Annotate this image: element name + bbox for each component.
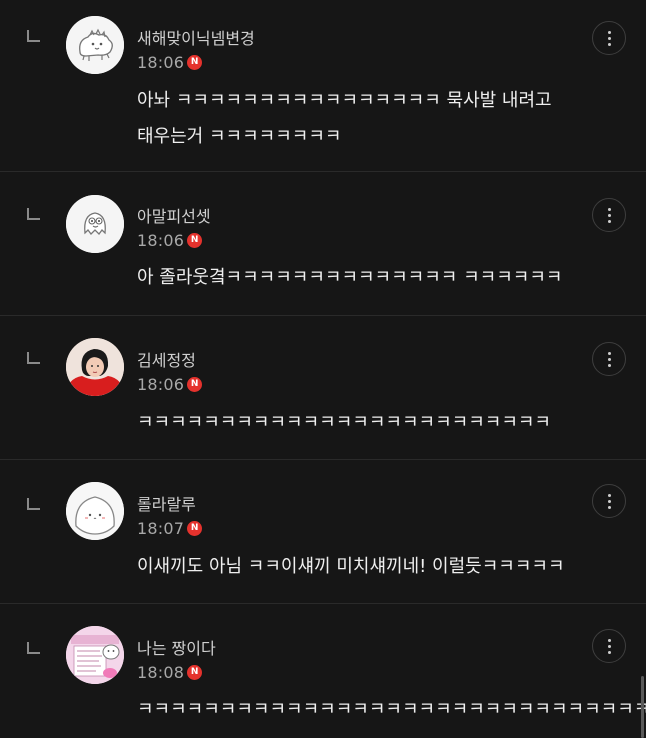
round-character-icon (66, 482, 124, 540)
comment-meta: 18:06 N (137, 374, 203, 394)
comment-time: 18:06 (137, 230, 185, 250)
comment-meta: 18:06 N (137, 52, 203, 72)
comment-time: 18:06 (137, 374, 185, 394)
reply-arrow-icon (27, 30, 40, 42)
comment-time: 18:07 (137, 518, 185, 538)
more-dot-icon (607, 505, 611, 509)
more-dot-icon (607, 219, 611, 223)
comment-line: 태우는거 ㅋㅋㅋㅋㅋㅋㅋㅋ (137, 126, 342, 147)
person-photo-icon (66, 338, 124, 396)
comment-author[interactable]: 새해맞이닉넴변경 (137, 25, 255, 49)
new-badge-icon: N (187, 664, 203, 680)
comment-item: 김세정정 18:06 N ㅋㅋㅋㅋㅋㅋㅋㅋㅋㅋㅋㅋㅋㅋㅋㅋㅋㅋㅋㅋㅋㅋㅋㅋㅋ (0, 316, 646, 460)
comment-time: 18:08 (137, 662, 185, 682)
more-dot-icon (607, 36, 611, 40)
more-dot-icon (607, 213, 611, 217)
comment-author[interactable]: 나는 짱이다 (137, 635, 216, 659)
scrollbar-thumb[interactable] (641, 676, 644, 738)
comment-item: 롤라랄루 18:07 N 이새끼도 아님 ㅋㅋ이섀끼 미치섀끼네! 이럴듯ㅋㅋㅋ… (0, 460, 646, 604)
more-options-button[interactable] (592, 21, 626, 55)
new-badge-icon: N (187, 54, 203, 70)
comment-item: 아말피선셋 18:06 N 아 졸라웃곀ㅋㅋㅋㅋㅋㅋㅋㅋㅋㅋㅋㅋㅋㅋ ㅋㅋㅋㅋㅋ… (0, 172, 646, 316)
comment-author[interactable]: 아말피선셋 (137, 203, 211, 227)
more-options-button[interactable] (592, 342, 626, 376)
more-dot-icon (607, 499, 611, 503)
more-dot-icon (607, 42, 611, 46)
avatar[interactable] (66, 626, 124, 684)
reply-arrow-icon (27, 642, 40, 654)
comment-line: ㅋㅋㅋㅋㅋㅋㅋㅋㅋㅋㅋㅋㅋㅋㅋㅋㅋㅋㅋㅋㅋㅋㅋㅋㅋ (137, 412, 551, 433)
comment-line: ㅋㅋㅋㅋㅋㅋㅋㅋㅋㅋㅋㅋㅋㅋㅋㅋㅋㅋㅋㅋㅋㅋㅋㅋㅋㅋㅋㅋㅋㅋㅋ (137, 699, 646, 720)
new-badge-icon: N (187, 232, 203, 248)
comment-meta: 18:07 N (137, 518, 203, 538)
more-dot-icon (607, 357, 611, 361)
dinosaur-doodle-icon (66, 16, 124, 74)
comment-line: 아놔 ㅋㅋㅋㅋㅋㅋㅋㅋㅋㅋㅋㅋㅋㅋㅋㅋ 묵사발 내려고 (137, 90, 552, 111)
more-options-button[interactable] (592, 484, 626, 518)
comment-line: 아 졸라웃곀ㅋㅋㅋㅋㅋㅋㅋㅋㅋㅋㅋㅋㅋㅋ ㅋㅋㅋㅋㅋㅋ (137, 267, 563, 288)
reply-arrow-icon (27, 352, 40, 364)
comment-item: 나는 짱이다 18:08 N ㅋㅋㅋㅋㅋㅋㅋㅋㅋㅋㅋㅋㅋㅋㅋㅋㅋㅋㅋㅋㅋㅋㅋㅋㅋ… (0, 604, 646, 738)
more-dot-icon (607, 493, 611, 497)
reply-arrow-icon (27, 208, 40, 220)
comment-time: 18:06 (137, 52, 185, 72)
more-dot-icon (607, 363, 611, 367)
more-dot-icon (607, 30, 611, 34)
ghost-doodle-icon (66, 195, 124, 253)
more-dot-icon (607, 351, 611, 355)
comment-body: 아놔 ㅋㅋㅋㅋㅋㅋㅋㅋㅋㅋㅋㅋㅋㅋㅋㅋ 묵사발 내려고 태우는거 ㅋㅋㅋㅋㅋㅋㅋ… (137, 83, 552, 155)
more-dot-icon (607, 644, 611, 648)
comment-body: ㅋㅋㅋㅋㅋㅋㅋㅋㅋㅋㅋㅋㅋㅋㅋㅋㅋㅋㅋㅋㅋㅋㅋㅋㅋㅋㅋㅋㅋㅋㅋ (137, 692, 646, 728)
more-dot-icon (607, 638, 611, 642)
more-dot-icon (607, 207, 611, 211)
comment-body: 이새끼도 아님 ㅋㅋ이섀끼 미치섀끼네! 이럴듯ㅋㅋㅋㅋㅋ (137, 549, 565, 585)
more-options-button[interactable] (592, 198, 626, 232)
more-options-button[interactable] (592, 629, 626, 663)
more-dot-icon (607, 650, 611, 654)
comment-line: 이새끼도 아님 ㅋㅋ이섀끼 미치섀끼네! 이럴듯ㅋㅋㅋㅋㅋ (137, 556, 565, 577)
reply-arrow-icon (27, 498, 40, 510)
comment-author[interactable]: 롤라랄루 (137, 491, 196, 515)
comment-list: 새해맞이닉넴변경 18:06 N 아놔 ㅋㅋㅋㅋㅋㅋㅋㅋㅋㅋㅋㅋㅋㅋㅋㅋ 묵사발… (0, 0, 646, 738)
comment-author[interactable]: 김세정정 (137, 347, 196, 371)
comment-body: 아 졸라웃곀ㅋㅋㅋㅋㅋㅋㅋㅋㅋㅋㅋㅋㅋㅋ ㅋㅋㅋㅋㅋㅋ (137, 260, 562, 296)
avatar[interactable] (66, 338, 124, 396)
new-badge-icon: N (187, 520, 203, 536)
comment-meta: 18:06 N (137, 230, 203, 250)
comment-body: ㅋㅋㅋㅋㅋㅋㅋㅋㅋㅋㅋㅋㅋㅋㅋㅋㅋㅋㅋㅋㅋㅋㅋㅋㅋ (137, 405, 551, 441)
avatar[interactable] (66, 195, 124, 253)
comment-meta: 18:08 N (137, 662, 203, 682)
memo-sticker-icon (66, 626, 124, 684)
avatar[interactable] (66, 16, 124, 74)
new-badge-icon: N (187, 376, 203, 392)
comment-item: 새해맞이닉넴변경 18:06 N 아놔 ㅋㅋㅋㅋㅋㅋㅋㅋㅋㅋㅋㅋㅋㅋㅋㅋ 묵사발… (0, 0, 646, 172)
avatar[interactable] (66, 482, 124, 540)
